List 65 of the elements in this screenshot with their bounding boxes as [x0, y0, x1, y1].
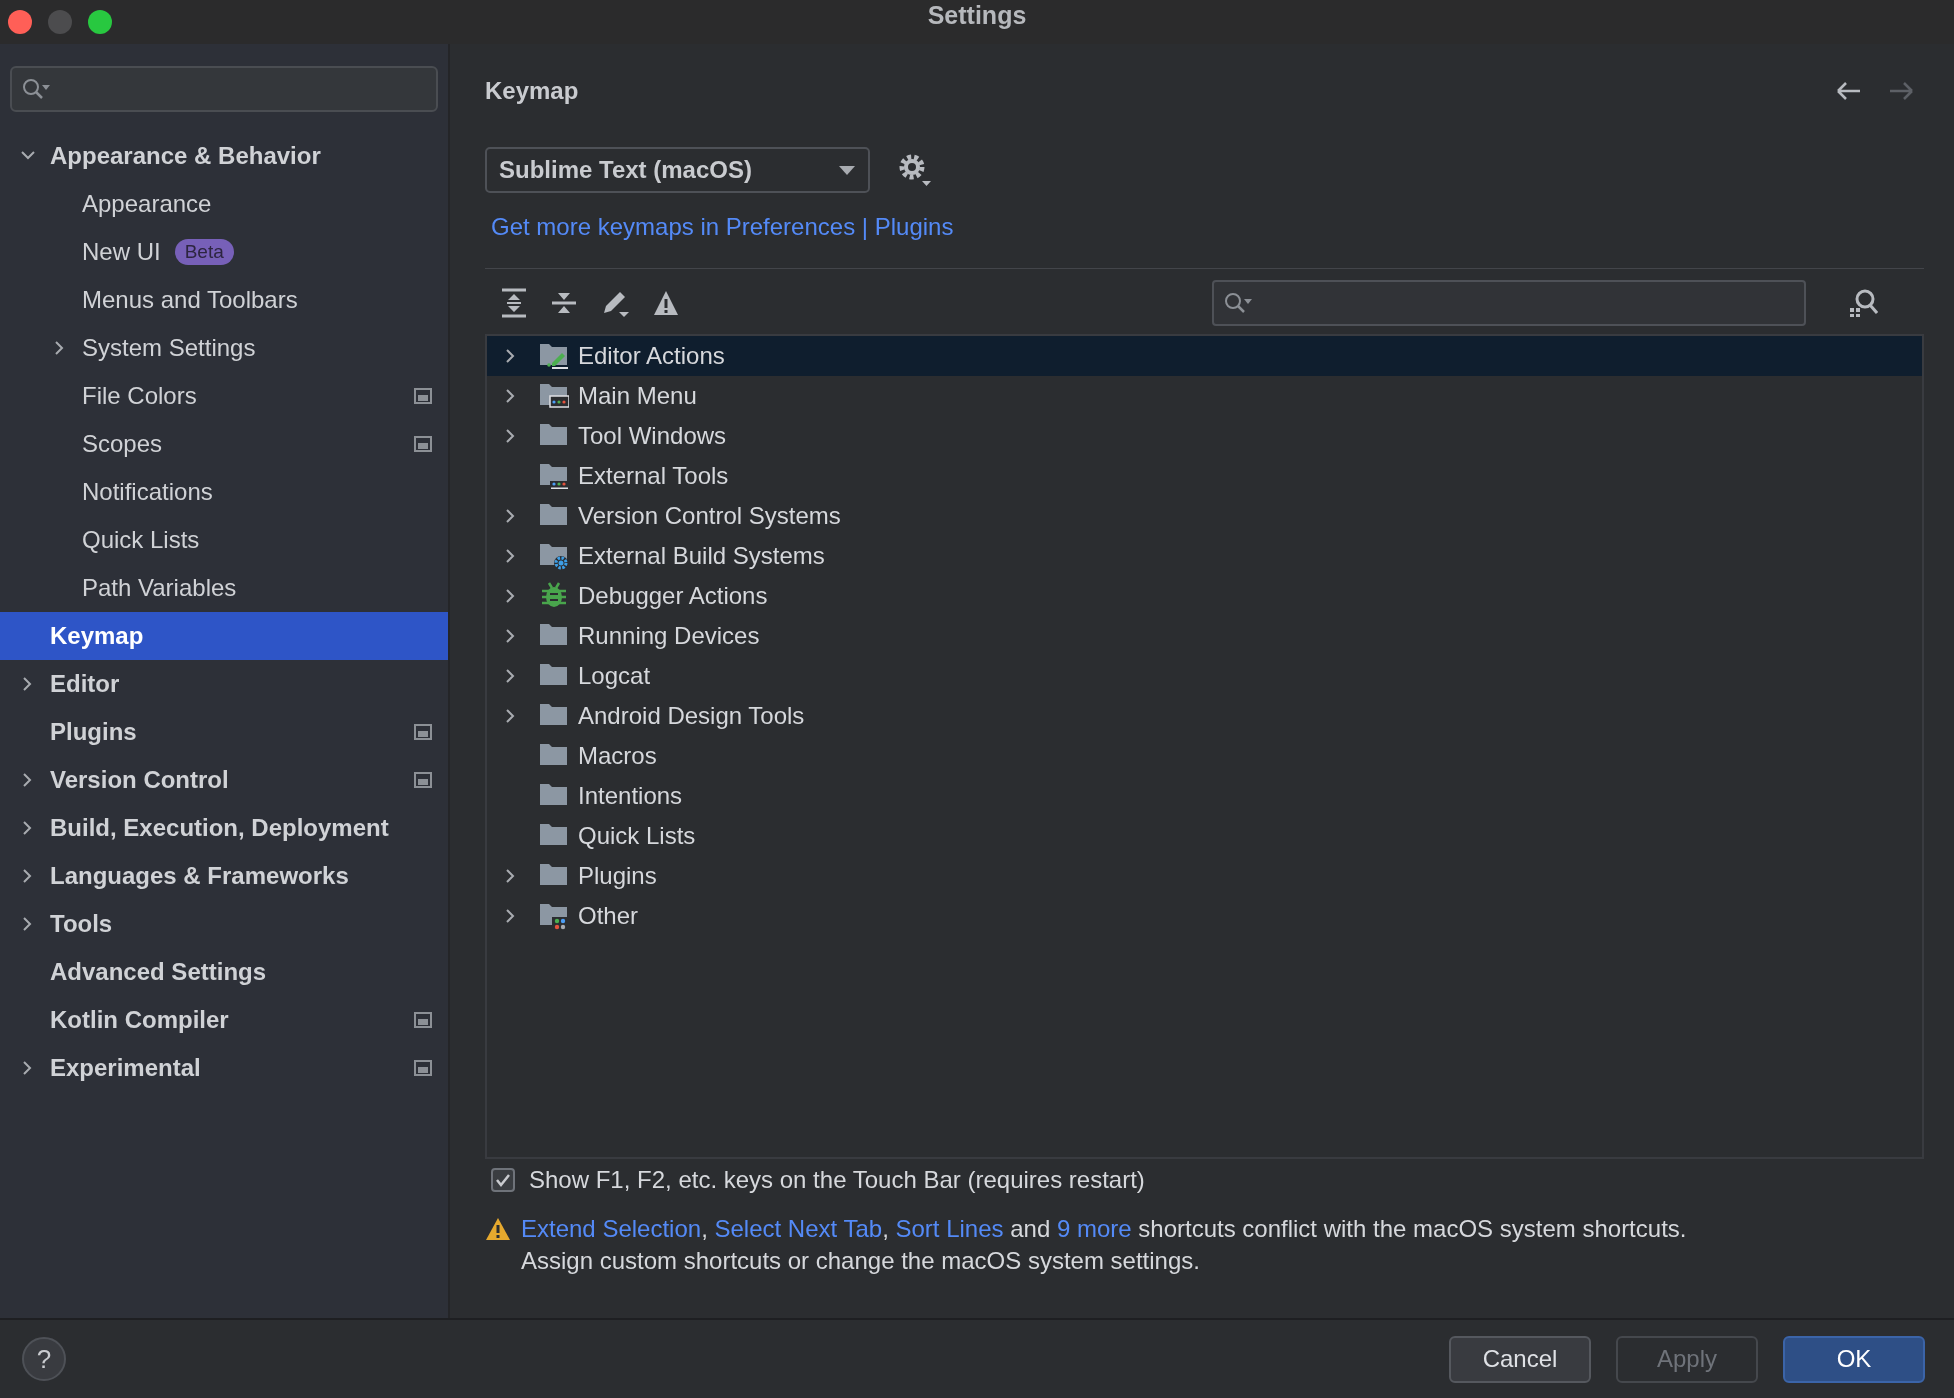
beta-badge: Beta: [174, 239, 234, 265]
sidebar-item[interactable]: Experimental: [0, 1044, 448, 1092]
gear-icon[interactable]: [898, 153, 932, 187]
sidebar-item[interactable]: Menus and Toolbars: [0, 276, 448, 324]
tree-row[interactable]: Debugger Actions: [487, 576, 1922, 616]
warning-icon[interactable]: [653, 289, 679, 317]
conflict-note: Assign custom shortcuts or change the macOS system settings.: [521, 1246, 1200, 1276]
help-button[interactable]: ?: [22, 1337, 66, 1381]
window-title: Settings: [927, 0, 1027, 30]
zoom-button[interactable]: [88, 10, 112, 34]
keymap-dropdown[interactable]: Sublime Text (macOS): [485, 147, 870, 193]
tree-row[interactable]: Logcat: [487, 656, 1922, 696]
sidebar-item[interactable]: Plugins: [0, 708, 448, 756]
tree-row[interactable]: Android Design Tools: [487, 696, 1922, 736]
tree-row[interactable]: Version Control Systems: [487, 496, 1922, 536]
sidebar-item[interactable]: Kotlin Compiler: [0, 996, 448, 1044]
sidebar-item[interactable]: Appearance: [0, 180, 448, 228]
sidebar-item[interactable]: Build, Execution, Deployment: [0, 804, 448, 852]
tree-row[interactable]: Running Devices: [487, 616, 1922, 656]
sidebar-item[interactable]: Quick Lists: [0, 516, 448, 564]
sidebar-item[interactable]: Scopes: [0, 420, 448, 468]
tree-row[interactable]: Quick Lists: [487, 816, 1922, 856]
tree-row[interactable]: Plugins: [487, 856, 1922, 896]
sidebar-item[interactable]: System Settings: [0, 324, 448, 372]
tree-row[interactable]: External Build Systems: [487, 536, 1922, 576]
checkmark-icon: [495, 1172, 511, 1188]
sidebar-item[interactable]: Keymap: [0, 612, 448, 660]
dropdown-arrow-icon: [838, 164, 856, 176]
sidebar-item[interactable]: Languages & Frameworks: [0, 852, 448, 900]
sidebar-item[interactable]: Appearance & Behavior: [0, 132, 448, 180]
shortcut-link[interactable]: 9 more: [1056, 1215, 1132, 1242]
warning-icon: [485, 1217, 511, 1241]
sidebar-item[interactable]: Notifications: [0, 468, 448, 516]
page-title: Keymap: [485, 77, 579, 105]
sidebar-item[interactable]: Advanced Settings: [0, 948, 448, 996]
sidebar-item[interactable]: Tools: [0, 900, 448, 948]
shortcut-link[interactable]: Extend Selection: [521, 1215, 702, 1242]
search-field[interactable]: [10, 66, 438, 112]
dialog-button[interactable]: Cancel: [1449, 1335, 1591, 1383]
tree-row[interactable]: Other: [487, 896, 1922, 936]
tree-row[interactable]: External Tools: [487, 456, 1922, 496]
dialog-button[interactable]: OK: [1783, 1335, 1925, 1383]
sidebar-item[interactable]: Version Control: [0, 756, 448, 804]
tree-row[interactable]: Editor Actions: [487, 336, 1922, 376]
tree-row[interactable]: Main Menu: [487, 376, 1922, 416]
plugins-link[interactable]: Get more keymaps in Preferences | Plugins: [491, 212, 954, 242]
checkbox-label: Show F1, F2, etc. keys on the Touch Bar (requires restart): [529, 1166, 1145, 1194]
shortcut-link[interactable]: Select Next Tab: [714, 1215, 883, 1242]
tree-row[interactable]: Tool Windows: [487, 416, 1922, 456]
tree-row[interactable]: Intentions: [487, 776, 1922, 816]
conflict-message: Extend Selection, Select Next Tab, Sort Lines and 9 more shortcuts conflict with the macOS system shortcuts.: [521, 1214, 1687, 1244]
search-icon: [1224, 292, 1254, 314]
shortcut-link[interactable]: Sort Lines: [895, 1215, 1004, 1242]
sidebar-item[interactable]: File Colors: [0, 372, 448, 420]
search-icon: [22, 78, 52, 100]
find-shortcut-icon[interactable]: [1848, 288, 1878, 318]
sidebar-item[interactable]: Path Variables: [0, 564, 448, 612]
tree-row[interactable]: Macros: [487, 736, 1922, 776]
search-field[interactable]: [1212, 280, 1806, 326]
close-button[interactable]: [8, 10, 32, 34]
sidebar-item[interactable]: New UI Beta: [0, 228, 448, 276]
checkbox[interactable]: [491, 1168, 515, 1192]
back-arrow-icon[interactable]: [1836, 80, 1862, 102]
sidebar-item[interactable]: Editor: [0, 660, 448, 708]
expand-all-icon[interactable]: [501, 288, 527, 318]
